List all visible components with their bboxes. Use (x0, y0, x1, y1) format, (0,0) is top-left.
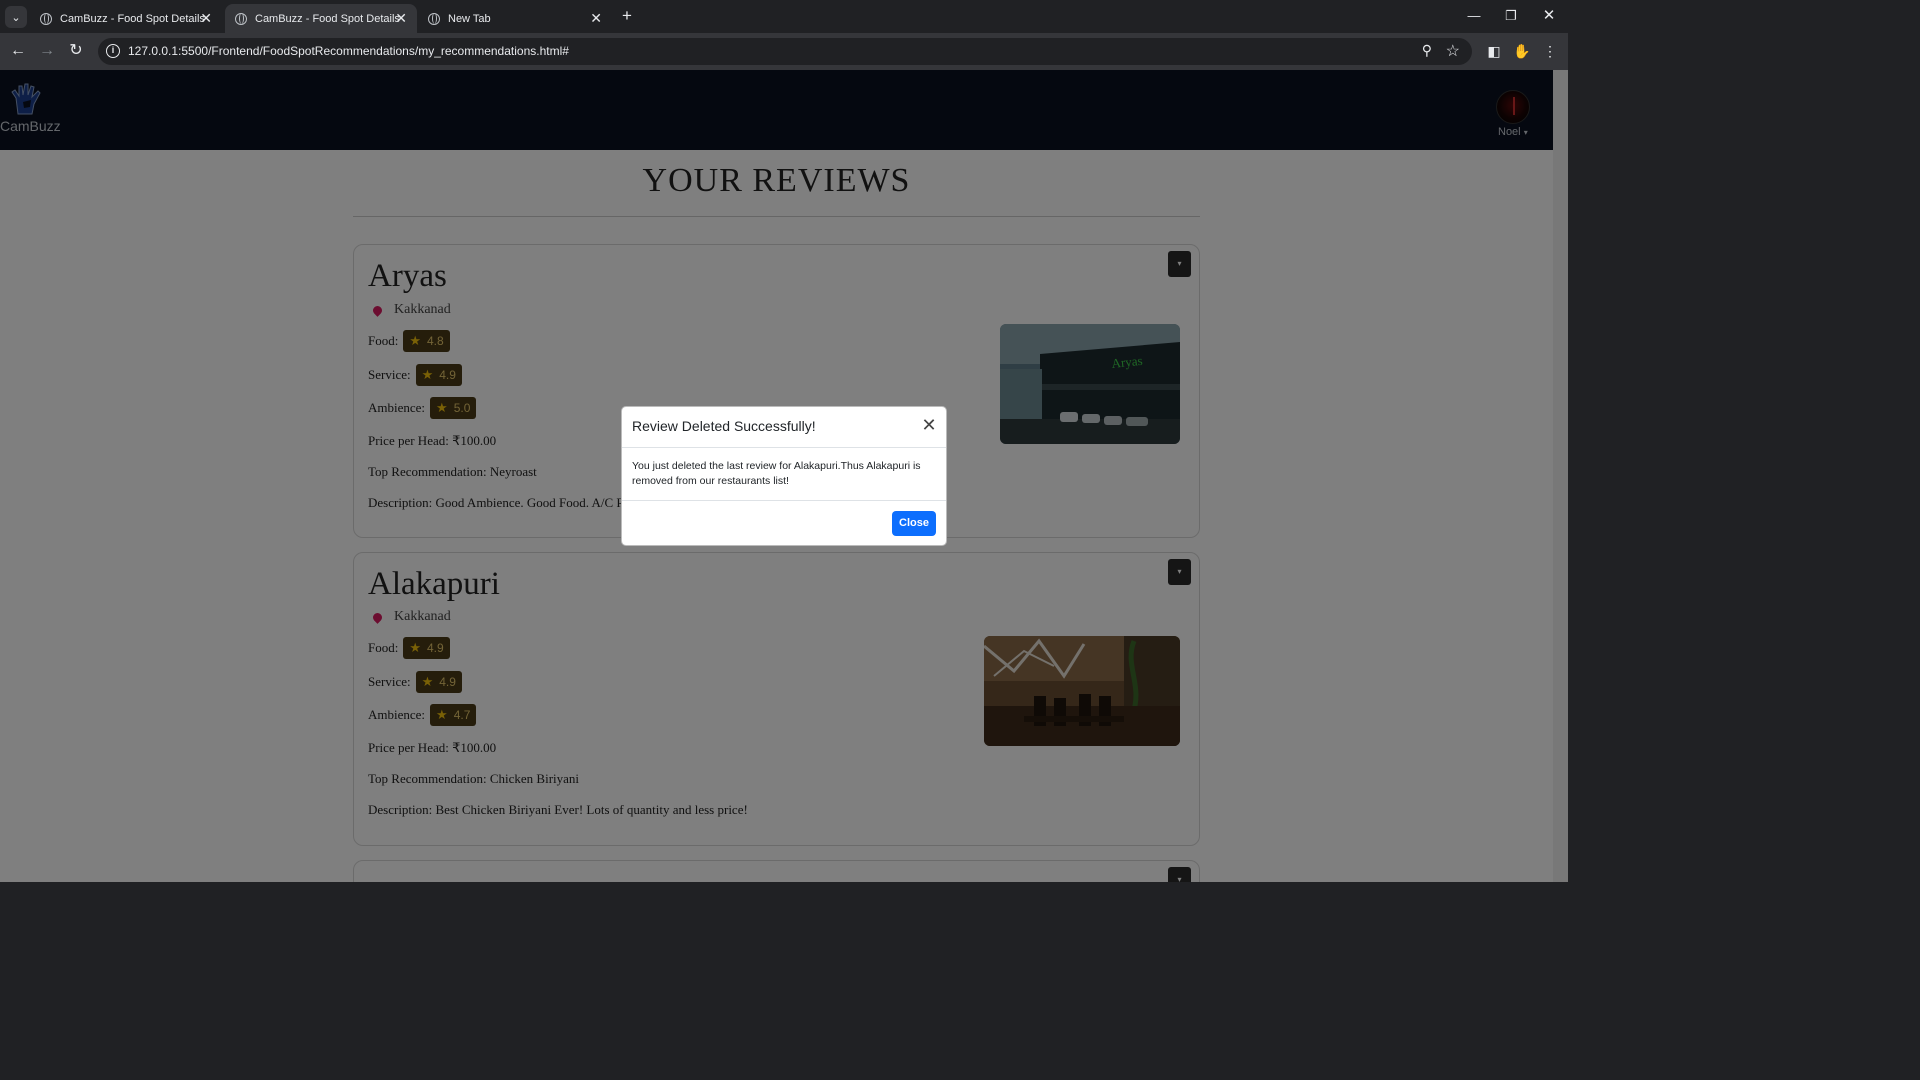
address-bar[interactable]: i 127.0.0.1:5500/Frontend/FoodSpotRecomm… (98, 38, 1472, 65)
browser-tab-title: New Tab (448, 12, 491, 25)
modal-title: Review Deleted Successfully! (632, 418, 816, 434)
globe-icon (40, 12, 52, 25)
forward-arrow-icon[interactable]: → (37, 41, 57, 61)
back-arrow-icon[interactable]: ← (8, 41, 28, 61)
tab-close-icon[interactable]: ✕ (200, 10, 212, 27)
tab-close-icon[interactable]: ✕ (395, 10, 407, 27)
new-tab-button[interactable]: + (618, 6, 636, 26)
modal-close-icon[interactable]: ✕ (920, 416, 938, 434)
window-close-icon[interactable]: ✕ (1538, 6, 1560, 26)
tab-search-chevron-icon[interactable]: ⌄ (5, 6, 27, 28)
url-text[interactable]: 127.0.0.1:5500/Frontend/FoodSpotRecommen… (128, 44, 569, 58)
browser-menu-icon[interactable]: ⋮ (1540, 41, 1560, 61)
close-button[interactable]: Close (892, 511, 936, 536)
bookmark-star-icon[interactable]: ☆ (1446, 41, 1460, 61)
browser-toolbar: ← → ↻ i 127.0.0.1:5500/Frontend/FoodSpot… (0, 33, 1568, 70)
browser-tab-title: CamBuzz - Food Spot Details (60, 12, 205, 25)
browser-tab-title: CamBuzz - Food Spot Details (255, 12, 400, 25)
extension-icon[interactable]: ✋ (1512, 41, 1532, 61)
tab-close-icon[interactable]: ✕ (590, 10, 602, 27)
browser-tab-strip: ⌄ CamBuzz - Food Spot Details ✕ CamBuzz … (0, 0, 1568, 33)
browser-tab[interactable]: New Tab ✕ (418, 4, 612, 33)
globe-icon (235, 12, 247, 25)
browser-tab[interactable]: CamBuzz - Food Spot Details ✕ (30, 4, 222, 33)
minimize-icon[interactable]: — (1463, 6, 1485, 26)
delete-success-modal: Review Deleted Successfully! ✕ You just … (621, 406, 947, 546)
site-info-icon[interactable]: i (106, 44, 120, 58)
globe-icon (428, 12, 440, 25)
zoom-icon[interactable]: ⚲ (1422, 42, 1432, 59)
modal-body: You just deleted the last review for Ala… (632, 460, 921, 487)
side-panel-icon[interactable]: ◧ (1484, 41, 1504, 61)
restore-icon[interactable]: ❐ (1500, 6, 1522, 26)
modal-header: Review Deleted Successfully! ✕ (622, 407, 946, 448)
modal-footer: Close (622, 500, 946, 546)
browser-tab-active[interactable]: CamBuzz - Food Spot Details ✕ (225, 4, 417, 33)
reload-icon[interactable]: ↻ (66, 41, 86, 61)
